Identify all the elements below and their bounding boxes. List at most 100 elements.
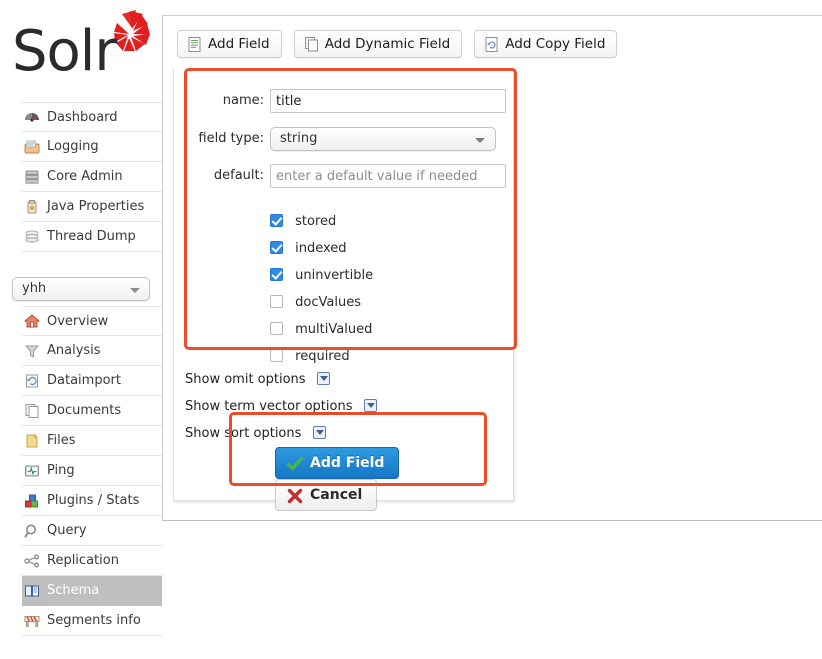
sidebar-item-core-admin[interactable]: Core Admin [22, 162, 162, 192]
replication-nodes-icon [23, 552, 41, 570]
checkbox-row-docvalues[interactable]: docValues [270, 289, 373, 316]
schema-toolbar: Add Field Add Dynamic Field Add Copy Fie… [177, 30, 625, 58]
sidebar-item-java-properties[interactable]: Java Properties [22, 192, 162, 222]
solr-admin-page: Solr Dashboard Logging [0, 0, 822, 659]
sidebar-item-label: Schema [47, 576, 99, 606]
sidebar-item-plugins-stats[interactable]: Plugins / Stats [22, 486, 162, 516]
uninvertible-checkbox[interactable] [270, 268, 283, 281]
default-input[interactable] [270, 164, 506, 188]
sidebar-item-files[interactable]: Files [22, 426, 162, 456]
add-field-form: name: field type: string default: stored [173, 69, 514, 501]
copy-field-icon [483, 36, 500, 53]
cancel-button[interactable]: Cancel [275, 479, 377, 511]
sidebar-item-schema[interactable]: Schema [22, 576, 162, 606]
sidebar: Solr Dashboard Logging [0, 0, 162, 659]
checkbox-label: docValues [295, 295, 361, 310]
core-admin-database-icon [23, 168, 41, 186]
solr-logo[interactable]: Solr [10, 8, 152, 94]
name-input[interactable] [270, 89, 506, 113]
java-properties-icon [23, 198, 41, 216]
show-term-vector-options-toggle[interactable]: Show term vector options [185, 399, 377, 414]
add-field-submit-label: Add Field [310, 455, 384, 471]
thread-dump-stack-icon [23, 228, 41, 246]
dataimport-icon [23, 372, 41, 390]
docvalues-checkbox[interactable] [270, 295, 283, 308]
checkbox-row-required[interactable]: required [270, 343, 373, 370]
red-x-icon [286, 487, 304, 505]
checkbox-row-uninvertible[interactable]: uninvertible [270, 262, 373, 289]
checkbox-label: indexed [295, 241, 346, 256]
core-selector-dropdown[interactable]: yhh [12, 277, 150, 301]
sidebar-item-label: Replication [47, 546, 119, 576]
checkbox-label: stored [295, 214, 336, 229]
core-selector-value: yhh [22, 281, 46, 296]
document-icon [186, 36, 203, 53]
sidebar-item-label: Core Admin [47, 162, 123, 192]
indexed-checkbox[interactable] [270, 241, 283, 254]
checkbox-row-indexed[interactable]: indexed [270, 235, 373, 262]
sidebar-item-label: Segments info [47, 606, 141, 636]
field-flags-checkbox-group: stored indexed uninvertible docValues mu… [270, 208, 373, 370]
sidebar-item-label: Documents [47, 396, 121, 426]
sidebar-item-logging[interactable]: Logging [22, 132, 162, 162]
required-checkbox[interactable] [270, 349, 283, 362]
add-copy-field-toolbar-button[interactable]: Add Copy Field [474, 30, 617, 58]
toolbar-button-label: Add Dynamic Field [325, 36, 450, 52]
sidebar-item-label: Thread Dump [47, 222, 136, 252]
sidebar-item-label: Analysis [47, 336, 101, 366]
svg-text:Solr: Solr [12, 19, 118, 84]
show-omit-options-toggle[interactable]: Show omit options [185, 372, 330, 387]
logging-tray-icon [23, 138, 41, 156]
sidebar-item-query[interactable]: Query [22, 516, 162, 546]
toggle-expand-icon[interactable] [317, 372, 330, 385]
add-dynamic-field-toolbar-button[interactable]: Add Dynamic Field [294, 30, 462, 58]
sidebar-item-label: Ping [47, 456, 75, 486]
sidebar-item-label: Overview [47, 307, 108, 337]
name-field-row: name: [174, 89, 515, 115]
toolbar-button-label: Add Field [208, 36, 270, 52]
sidebar-item-documents[interactable]: Documents [22, 396, 162, 426]
sidebar-item-replication[interactable]: Replication [22, 546, 162, 576]
green-check-icon [286, 455, 304, 473]
documents-pages-icon [303, 36, 320, 53]
solr-sunburst-logo: Solr [10, 8, 152, 94]
add-field-submit-button[interactable]: Add Field [275, 447, 399, 479]
sidebar-item-dashboard[interactable]: Dashboard [22, 102, 162, 132]
stored-checkbox[interactable] [270, 214, 283, 227]
sidebar-item-label: Logging [47, 132, 99, 162]
files-folder-icon [23, 432, 41, 450]
checkbox-label: required [295, 349, 349, 364]
name-field-label: name: [174, 89, 264, 113]
checkbox-row-stored[interactable]: stored [270, 208, 373, 235]
dashboard-gauge-icon [23, 108, 41, 126]
multivalued-checkbox[interactable] [270, 322, 283, 335]
chevron-down-icon [130, 288, 140, 293]
add-field-toolbar-button[interactable]: Add Field [177, 30, 282, 58]
field-type-select[interactable]: string [270, 127, 496, 151]
sidebar-item-label: Dashboard [47, 103, 118, 133]
schema-book-icon [23, 582, 41, 600]
analysis-funnel-icon [23, 342, 41, 360]
query-magnifier-icon [23, 522, 41, 540]
field-type-row: field type: string [174, 127, 515, 153]
toggle-expand-icon[interactable] [313, 426, 326, 439]
sidebar-item-ping[interactable]: Ping [22, 456, 162, 486]
overview-house-icon [23, 312, 41, 330]
cancel-label: Cancel [310, 487, 362, 503]
checkbox-label: uninvertible [295, 268, 373, 283]
sidebar-item-overview[interactable]: Overview [22, 306, 162, 336]
sidebar-item-analysis[interactable]: Analysis [22, 336, 162, 366]
form-actions: Add Field Cancel [275, 447, 513, 511]
sidebar-item-dataimport[interactable]: Dataimport [22, 366, 162, 396]
show-sort-options-toggle[interactable]: Show sort options [185, 426, 326, 441]
field-type-label: field type: [174, 127, 264, 151]
toggle-expand-icon[interactable] [364, 399, 377, 412]
sidebar-item-segments-info[interactable]: Segments info [22, 606, 162, 636]
sidebar-global-nav: Dashboard Logging Core Admin [22, 102, 162, 252]
sidebar-item-label: Query [47, 516, 87, 546]
checkbox-row-multivalued[interactable]: multiValued [270, 316, 373, 343]
sidebar-item-thread-dump[interactable]: Thread Dump [22, 222, 162, 252]
ping-monitor-icon [23, 462, 41, 480]
sidebar-item-label: Java Properties [47, 192, 144, 222]
sidebar-item-label: Plugins / Stats [47, 486, 139, 516]
